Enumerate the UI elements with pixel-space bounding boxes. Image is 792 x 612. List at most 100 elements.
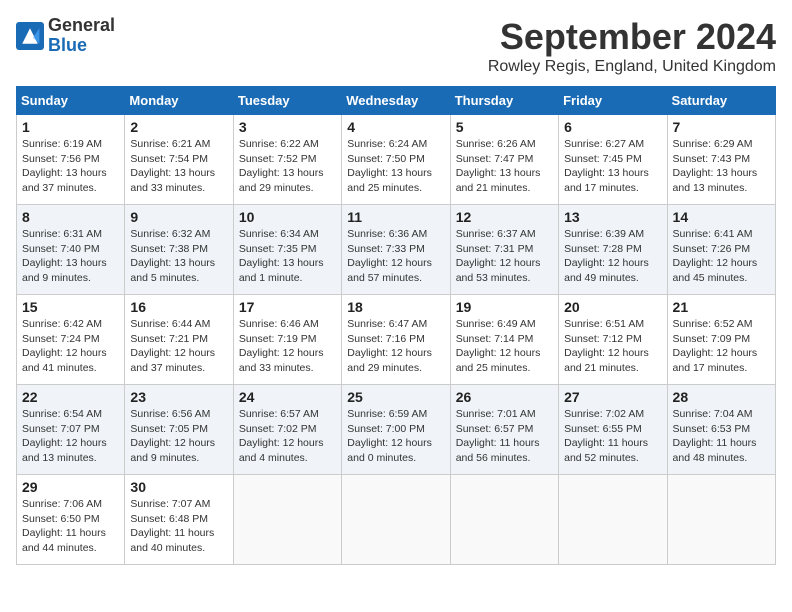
day-info: Sunrise: 6:21 AMSunset: 7:54 PMDaylight:… (130, 137, 227, 196)
day-info: Sunrise: 6:41 AMSunset: 7:26 PMDaylight:… (673, 227, 770, 286)
day-info: Sunrise: 6:56 AMSunset: 7:05 PMDaylight:… (130, 407, 227, 466)
day-number: 5 (456, 119, 553, 135)
calendar-cell: 2 Sunrise: 6:21 AMSunset: 7:54 PMDaylight… (125, 115, 233, 205)
day-number: 9 (130, 209, 227, 225)
day-number: 25 (347, 389, 444, 405)
logo-blue: Blue (48, 35, 87, 55)
page-header: General Blue September 2024 Rowley Regis… (16, 16, 776, 76)
calendar-cell: 7 Sunrise: 6:29 AMSunset: 7:43 PMDaylight… (667, 115, 775, 205)
calendar-cell: 24Sunrise: 6:57 AMSunset: 7:02 PMDayligh… (233, 385, 341, 475)
calendar-cell: 11 Sunrise: 6:36 AMSunset: 7:33 PMDayligh… (342, 205, 450, 295)
calendar-cell (450, 475, 558, 565)
day-info: Sunrise: 6:34 AMSunset: 7:35 PMDaylight:… (239, 227, 336, 286)
day-number: 26 (456, 389, 553, 405)
calendar-cell: 14 Sunrise: 6:41 AMSunset: 7:26 PMDayligh… (667, 205, 775, 295)
calendar-cell: 13 Sunrise: 6:39 AMSunset: 7:28 PMDayligh… (559, 205, 667, 295)
day-info: Sunrise: 6:32 AMSunset: 7:38 PMDaylight:… (130, 227, 227, 286)
calendar-cell: 17 Sunrise: 6:46 AMSunset: 7:19 PMDayligh… (233, 295, 341, 385)
day-number: 18 (347, 299, 444, 315)
logo-general: General (48, 15, 115, 35)
day-number: 17 (239, 299, 336, 315)
day-info: Sunrise: 6:22 AMSunset: 7:52 PMDaylight:… (239, 137, 336, 196)
day-info: Sunrise: 6:52 AMSunset: 7:09 PMDaylight:… (673, 317, 770, 376)
calendar-cell: 9 Sunrise: 6:32 AMSunset: 7:38 PMDaylight… (125, 205, 233, 295)
day-number: 28 (673, 389, 770, 405)
day-info: Sunrise: 6:57 AMSunset: 7:02 PMDaylight:… (239, 407, 336, 466)
day-number: 2 (130, 119, 227, 135)
day-number: 6 (564, 119, 661, 135)
month-title: September 2024 (488, 16, 776, 58)
day-info: Sunrise: 6:37 AMSunset: 7:31 PMDaylight:… (456, 227, 553, 286)
calendar-cell: 10Sunrise: 6:34 AMSunset: 7:35 PMDayligh… (233, 205, 341, 295)
day-number: 8 (22, 209, 119, 225)
day-info: Sunrise: 6:46 AMSunset: 7:19 PMDaylight:… (239, 317, 336, 376)
calendar-cell (342, 475, 450, 565)
calendar-cell (233, 475, 341, 565)
calendar-cell: 1 Sunrise: 6:19 AMSunset: 7:56 PMDaylight… (17, 115, 125, 205)
day-number: 16 (130, 299, 227, 315)
day-number: 13 (564, 209, 661, 225)
day-number: 1 (22, 119, 119, 135)
weekday-header-friday: Friday (559, 87, 667, 115)
day-number: 7 (673, 119, 770, 135)
weekday-header-sunday: Sunday (17, 87, 125, 115)
day-info: Sunrise: 6:26 AMSunset: 7:47 PMDaylight:… (456, 137, 553, 196)
day-number: 21 (673, 299, 770, 315)
day-info: Sunrise: 6:42 AMSunset: 7:24 PMDaylight:… (22, 317, 119, 376)
title-section: September 2024 Rowley Regis, England, Un… (488, 16, 776, 76)
day-info: Sunrise: 6:54 AMSunset: 7:07 PMDaylight:… (22, 407, 119, 466)
day-number: 27 (564, 389, 661, 405)
day-number: 12 (456, 209, 553, 225)
calendar-cell: 15 Sunrise: 6:42 AMSunset: 7:24 PMDayligh… (17, 295, 125, 385)
day-info: Sunrise: 6:44 AMSunset: 7:21 PMDaylight:… (130, 317, 227, 376)
calendar-cell: 26 Sunrise: 7:01 AMSunset: 6:57 PMDayligh… (450, 385, 558, 475)
day-info: Sunrise: 7:01 AMSunset: 6:57 PMDaylight:… (456, 407, 553, 466)
day-info: Sunrise: 6:31 AMSunset: 7:40 PMDaylight:… (22, 227, 119, 286)
day-info: Sunrise: 6:36 AMSunset: 7:33 PMDaylight:… (347, 227, 444, 286)
calendar-cell: 12 Sunrise: 6:37 AMSunset: 7:31 PMDayligh… (450, 205, 558, 295)
day-info: Sunrise: 6:24 AMSunset: 7:50 PMDaylight:… (347, 137, 444, 196)
weekday-header-saturday: Saturday (667, 87, 775, 115)
calendar-table: SundayMondayTuesdayWednesdayThursdayFrid… (16, 86, 776, 565)
day-info: Sunrise: 7:06 AMSunset: 6:50 PMDaylight:… (22, 497, 119, 556)
day-number: 29 (22, 479, 119, 495)
day-info: Sunrise: 6:47 AMSunset: 7:16 PMDaylight:… (347, 317, 444, 376)
day-number: 22 (22, 389, 119, 405)
calendar-cell: 3 Sunrise: 6:22 AMSunset: 7:52 PMDaylight… (233, 115, 341, 205)
calendar-cell: 27 Sunrise: 7:02 AMSunset: 6:55 PMDayligh… (559, 385, 667, 475)
day-number: 15 (22, 299, 119, 315)
calendar-cell: 4 Sunrise: 6:24 AMSunset: 7:50 PMDaylight… (342, 115, 450, 205)
day-number: 14 (673, 209, 770, 225)
day-info: Sunrise: 6:59 AMSunset: 7:00 PMDaylight:… (347, 407, 444, 466)
calendar-cell: 29 Sunrise: 7:06 AMSunset: 6:50 PMDayligh… (17, 475, 125, 565)
calendar-cell: 8 Sunrise: 6:31 AMSunset: 7:40 PMDaylight… (17, 205, 125, 295)
logo-icon (16, 22, 44, 50)
day-info: Sunrise: 6:49 AMSunset: 7:14 PMDaylight:… (456, 317, 553, 376)
calendar-cell: 5 Sunrise: 6:26 AMSunset: 7:47 PMDaylight… (450, 115, 558, 205)
calendar-cell: 18 Sunrise: 6:47 AMSunset: 7:16 PMDayligh… (342, 295, 450, 385)
day-info: Sunrise: 6:29 AMSunset: 7:43 PMDaylight:… (673, 137, 770, 196)
weekday-header-wednesday: Wednesday (342, 87, 450, 115)
calendar-cell: 21 Sunrise: 6:52 AMSunset: 7:09 PMDayligh… (667, 295, 775, 385)
calendar-cell: 16 Sunrise: 6:44 AMSunset: 7:21 PMDayligh… (125, 295, 233, 385)
logo: General Blue (16, 16, 115, 56)
day-info: Sunrise: 6:39 AMSunset: 7:28 PMDaylight:… (564, 227, 661, 286)
day-number: 20 (564, 299, 661, 315)
day-info: Sunrise: 6:19 AMSunset: 7:56 PMDaylight:… (22, 137, 119, 196)
day-info: Sunrise: 7:02 AMSunset: 6:55 PMDaylight:… (564, 407, 661, 466)
day-info: Sunrise: 6:51 AMSunset: 7:12 PMDaylight:… (564, 317, 661, 376)
day-info: Sunrise: 6:27 AMSunset: 7:45 PMDaylight:… (564, 137, 661, 196)
weekday-header-tuesday: Tuesday (233, 87, 341, 115)
day-info: Sunrise: 7:07 AMSunset: 6:48 PMDaylight:… (130, 497, 227, 556)
calendar-cell: 30Sunrise: 7:07 AMSunset: 6:48 PMDayligh… (125, 475, 233, 565)
weekday-header-thursday: Thursday (450, 87, 558, 115)
weekday-header-monday: Monday (125, 87, 233, 115)
calendar-cell: 6 Sunrise: 6:27 AMSunset: 7:45 PMDaylight… (559, 115, 667, 205)
calendar-cell: 22 Sunrise: 6:54 AMSunset: 7:07 PMDayligh… (17, 385, 125, 475)
day-number: 4 (347, 119, 444, 135)
day-number: 11 (347, 209, 444, 225)
calendar-cell (667, 475, 775, 565)
location: Rowley Regis, England, United Kingdom (488, 58, 776, 76)
calendar-cell: 25 Sunrise: 6:59 AMSunset: 7:00 PMDayligh… (342, 385, 450, 475)
day-number: 3 (239, 119, 336, 135)
